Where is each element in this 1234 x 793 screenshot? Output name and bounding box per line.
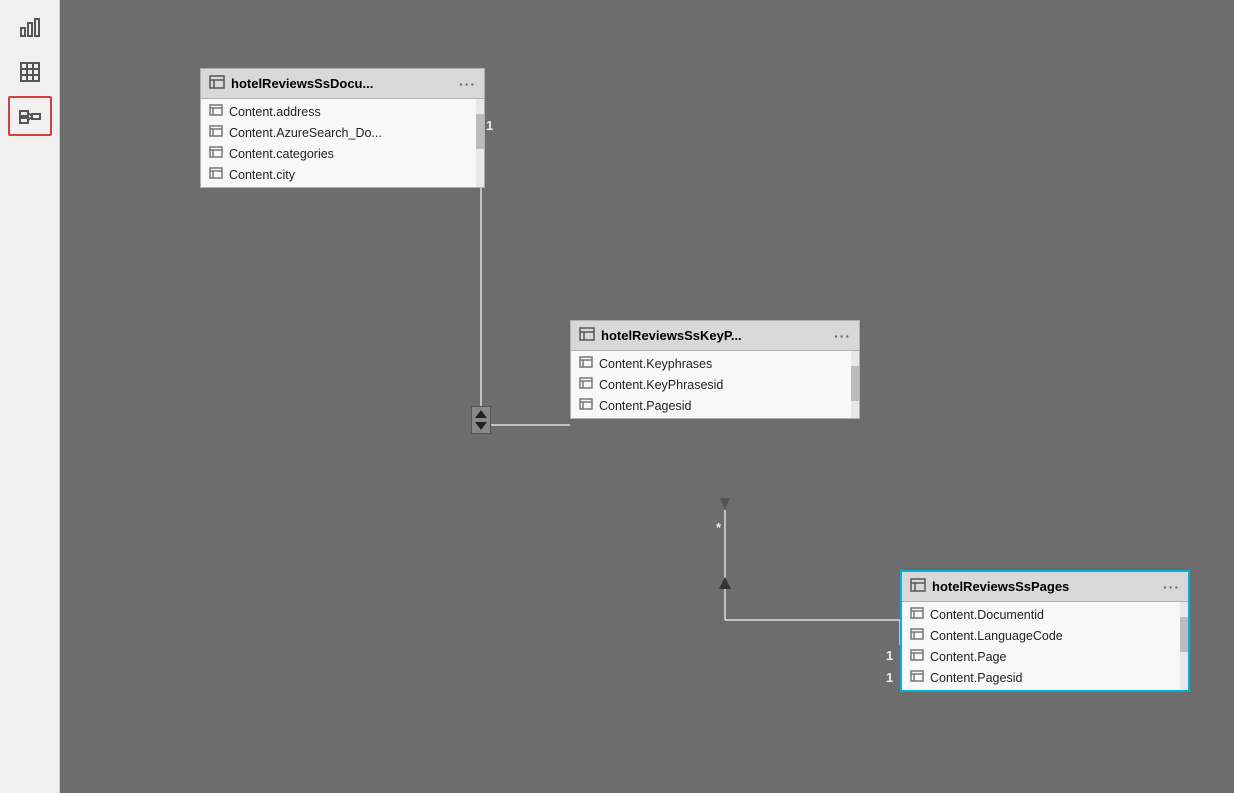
table-pages[interactable]: hotelReviewsSsPages ··· Content.Document… (900, 570, 1190, 692)
field-keyp-2-icon (579, 398, 593, 413)
field-docs-3: Content.city (201, 164, 484, 185)
field-keyp-1: Content.KeyPhrasesid (571, 374, 859, 395)
table-pages-body: Content.Documentid Content.LanguageCode (902, 602, 1188, 690)
sidebar-icon-schema[interactable] (8, 96, 52, 136)
table-pages-dots[interactable]: ··· (1163, 579, 1180, 595)
table-keyp-header: hotelReviewsSsKeyP... ··· (571, 321, 859, 351)
field-pages-2: Content.Page (902, 646, 1188, 667)
table-pages-name: hotelReviewsSsPages (932, 579, 1157, 594)
field-docs-1: Content.AzureSearch_Do... (201, 122, 484, 143)
table-docs[interactable]: hotelReviewsSsDocu... ··· Content.addres… (200, 68, 485, 188)
field-docs-0-icon (209, 104, 223, 119)
field-pages-1-icon (910, 628, 924, 643)
field-docs-1-icon (209, 125, 223, 140)
field-pages-0: Content.Documentid (902, 604, 1188, 625)
table-keyp[interactable]: hotelReviewsSsKeyP... ··· Content.Keyphr… (570, 320, 860, 419)
table-keyp-icon (579, 327, 595, 344)
field-pages-0-icon (910, 607, 924, 622)
table-keyp-body: Content.Keyphrases Content.KeyPhrasesid (571, 351, 859, 418)
field-keyp-2: Content.Pagesid (571, 395, 859, 416)
field-pages-1: Content.LanguageCode (902, 625, 1188, 646)
rel-label-1c: 1 (886, 670, 893, 685)
table-docs-icon (209, 75, 225, 92)
table-keyp-dots[interactable]: ··· (834, 328, 851, 344)
field-pages-3: Content.Pagesid (902, 667, 1188, 688)
table-docs-header: hotelReviewsSsDocu... ··· (201, 69, 484, 99)
sidebar-icon-grid[interactable] (8, 52, 52, 92)
field-docs-0: Content.address (201, 101, 484, 122)
field-docs-3-icon (209, 167, 223, 182)
connector-arrow-up (715, 575, 735, 595)
connector-arrow-indicator (471, 406, 491, 434)
field-pages-3-icon (910, 670, 924, 685)
field-keyp-1-icon (579, 377, 593, 392)
table-pages-icon (910, 578, 926, 595)
field-docs-2: Content.categories (201, 143, 484, 164)
field-keyp-0-icon (579, 356, 593, 371)
table-docs-dots[interactable]: ··· (459, 76, 476, 92)
canvas: 1 * 1 1 hotelReviewsSsDocu... ··· (60, 0, 1234, 793)
rel-label-star: * (716, 520, 721, 535)
table-pages-header: hotelReviewsSsPages ··· (902, 572, 1188, 602)
field-pages-2-icon (910, 649, 924, 664)
table-docs-body: Content.address Content.AzureSearch_Do..… (201, 99, 484, 187)
rel-label-1b: 1 (886, 648, 893, 663)
table-keyp-name: hotelReviewsSsKeyP... (601, 328, 828, 343)
sidebar (0, 0, 60, 793)
field-keyp-0: Content.Keyphrases (571, 353, 859, 374)
field-docs-2-icon (209, 146, 223, 161)
table-docs-name: hotelReviewsSsDocu... (231, 76, 453, 91)
rel-label-1a: 1 (486, 118, 493, 133)
sidebar-icon-barchart[interactable] (8, 8, 52, 48)
